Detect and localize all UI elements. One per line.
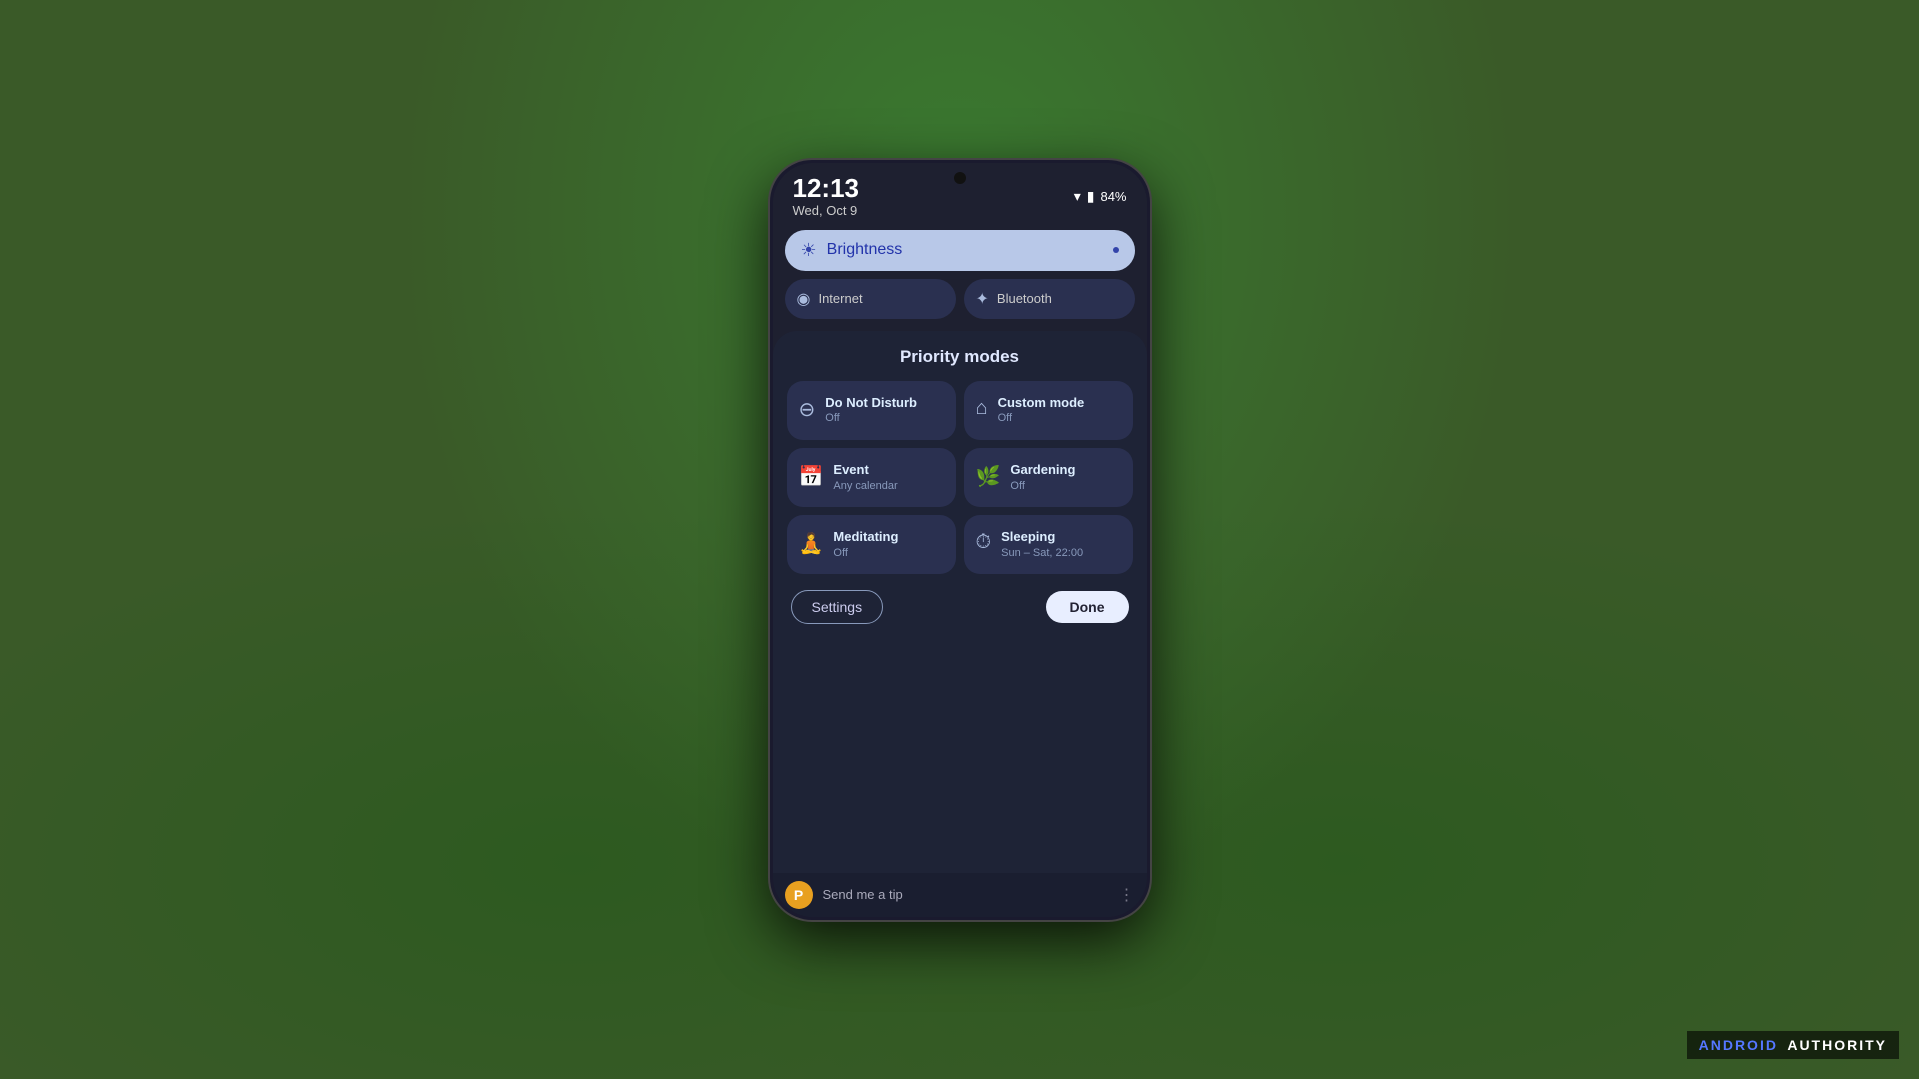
internet-label: Internet (818, 291, 862, 306)
meditating-status: Off (833, 546, 898, 560)
bluetooth-label: Bluetooth (997, 291, 1052, 306)
priority-modes-overlay: Priority modes ⊖ Do Not Disturb Off ⌂ Cu… (773, 331, 1147, 873)
custom-mode-name: Custom mode (998, 395, 1085, 412)
bluetooth-toggle[interactable]: ✦ Bluetooth (964, 279, 1135, 319)
gardening-info: Gardening Off (1010, 462, 1075, 493)
watermark: ANDROID AUTHORITY (1687, 1031, 1899, 1059)
internet-toggle[interactable]: ◉ Internet (785, 279, 956, 319)
tip-text: Send me a tip (823, 887, 1109, 902)
event-status: Any calendar (833, 479, 897, 493)
sleeping-info: Sleeping Sun – Sat, 22:00 (1001, 529, 1083, 560)
brightness-icon: ☀ (801, 240, 817, 261)
meditating-info: Meditating Off (833, 529, 898, 560)
custom-mode-info: Custom mode Off (998, 395, 1085, 426)
event-name: Event (833, 462, 897, 479)
watermark-brand: ANDROID (1699, 1037, 1778, 1053)
status-date: Wed, Oct 9 (793, 203, 860, 218)
battery-icon: ▮ (1087, 188, 1095, 205)
tip-bar[interactable]: P Send me a tip ⋮ (773, 873, 1147, 917)
do-not-disturb-icon: ⊖ (799, 397, 816, 422)
do-not-disturb-name: Do Not Disturb (825, 395, 917, 412)
do-not-disturb-status: Off (825, 411, 917, 425)
brightness-label: Brightness (827, 241, 1103, 259)
mode-meditating[interactable]: 🧘 Meditating Off (787, 515, 956, 574)
tip-icon: P (785, 881, 813, 909)
action-row: Settings Done (787, 590, 1133, 624)
camera-notch (954, 172, 966, 184)
done-button[interactable]: Done (1046, 591, 1129, 623)
meditating-icon: 🧘 (799, 531, 824, 556)
mode-custom[interactable]: ⌂ Custom mode Off (964, 381, 1133, 440)
settings-button[interactable]: Settings (791, 590, 884, 624)
phone-screen: 12:13 Wed, Oct 9 ▾ ▮ 84% ☀ Brightness ◉ … (773, 163, 1147, 917)
brightness-dot (1113, 247, 1119, 253)
sleeping-name: Sleeping (1001, 529, 1083, 546)
internet-icon: ◉ (797, 289, 811, 309)
sleeping-icon: ⏱ (976, 531, 992, 554)
mode-gardening[interactable]: 🌿 Gardening Off (964, 448, 1133, 507)
toggle-row: ◉ Internet ✦ Bluetooth (785, 279, 1135, 319)
brightness-bar[interactable]: ☀ Brightness (785, 230, 1135, 271)
status-left: 12:13 Wed, Oct 9 (793, 175, 860, 218)
mode-event[interactable]: 📅 Event Any calendar (787, 448, 956, 507)
battery-percentage: 84% (1100, 189, 1126, 204)
wifi-icon: ▾ (1074, 188, 1081, 205)
gardening-icon: 🌿 (976, 464, 1001, 489)
event-info: Event Any calendar (833, 462, 897, 493)
status-icons: ▾ ▮ 84% (1074, 188, 1127, 205)
priority-modes-title: Priority modes (787, 347, 1133, 367)
tip-more-icon[interactable]: ⋮ (1119, 885, 1135, 905)
meditating-name: Meditating (833, 529, 898, 546)
phone-frame: 12:13 Wed, Oct 9 ▾ ▮ 84% ☀ Brightness ◉ … (770, 160, 1150, 920)
watermark-suffix: AUTHORITY (1787, 1037, 1887, 1053)
custom-mode-icon: ⌂ (976, 397, 988, 420)
mode-do-not-disturb[interactable]: ⊖ Do Not Disturb Off (787, 381, 956, 440)
mode-sleeping[interactable]: ⏱ Sleeping Sun – Sat, 22:00 (964, 515, 1133, 574)
do-not-disturb-info: Do Not Disturb Off (825, 395, 917, 426)
custom-mode-status: Off (998, 411, 1085, 425)
sleeping-status: Sun – Sat, 22:00 (1001, 546, 1083, 560)
status-time: 12:13 (793, 175, 860, 201)
quick-settings: ☀ Brightness ◉ Internet ✦ Bluetooth (773, 222, 1147, 331)
event-icon: 📅 (799, 464, 824, 489)
bluetooth-icon: ✦ (976, 289, 989, 309)
modes-grid: ⊖ Do Not Disturb Off ⌂ Custom mode Off (787, 381, 1133, 575)
gardening-status: Off (1010, 479, 1075, 493)
gardening-name: Gardening (1010, 462, 1075, 479)
